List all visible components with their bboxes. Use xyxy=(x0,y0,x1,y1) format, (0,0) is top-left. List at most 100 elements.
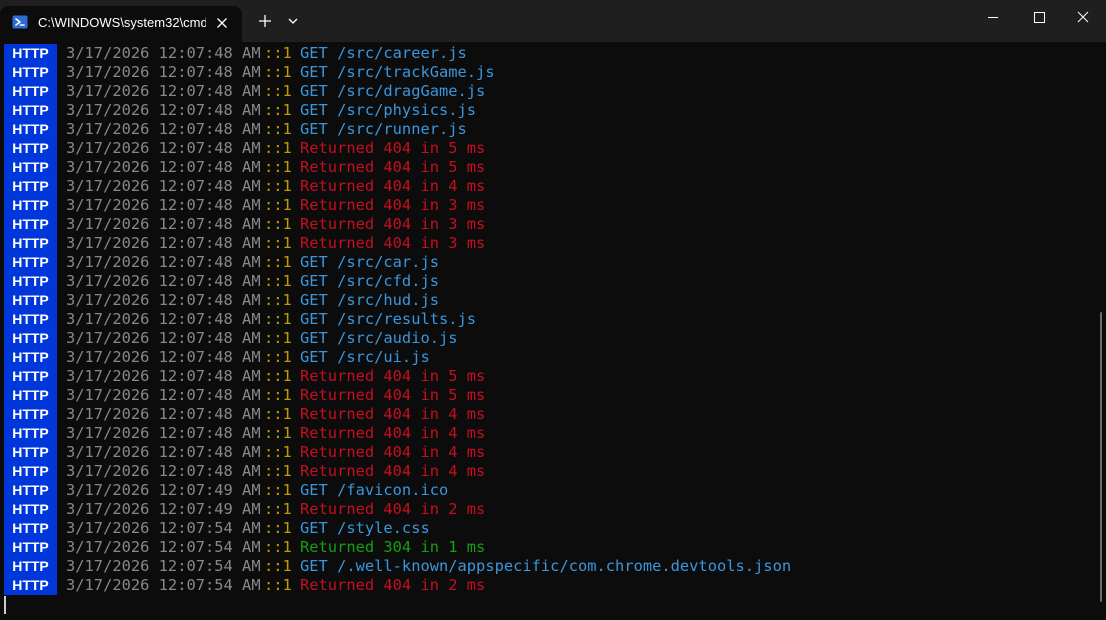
log-timestamp: 3/17/2026 12:07:48 AM xyxy=(66,386,261,404)
log-address: ::1 xyxy=(264,348,292,366)
log-line: HTTP 3/17/2026 12:07:48 AM::1 Returned 404… xyxy=(0,215,1098,234)
log-address: ::1 xyxy=(264,291,292,309)
log-address: ::1 xyxy=(264,82,292,100)
http-badge: HTTP xyxy=(4,576,57,595)
log-timestamp: 3/17/2026 12:07:48 AM xyxy=(66,367,261,385)
log-message: Returned 404 in 2 ms xyxy=(300,500,486,518)
http-badge: HTTP xyxy=(4,215,57,234)
log-line: HTTP 3/17/2026 12:07:48 AM::1 Returned 404… xyxy=(0,177,1098,196)
minimize-button[interactable] xyxy=(970,0,1016,34)
log-message: GET /src/career.js xyxy=(300,44,467,62)
close-icon xyxy=(1060,0,1106,34)
log-line: HTTP 3/17/2026 12:07:48 AM::1 Returned 404… xyxy=(0,443,1098,462)
tab-close-button[interactable] xyxy=(212,13,232,33)
log-timestamp: 3/17/2026 12:07:48 AM xyxy=(66,44,261,62)
log-line: HTTP 3/17/2026 12:07:49 AM::1 GET /favicon… xyxy=(0,481,1098,500)
http-badge: HTTP xyxy=(4,139,57,158)
log-message: Returned 304 in 1 ms xyxy=(300,538,486,556)
log-address: ::1 xyxy=(264,443,292,461)
log-timestamp: 3/17/2026 12:07:48 AM xyxy=(66,272,261,290)
http-badge: HTTP xyxy=(4,557,57,576)
plus-icon xyxy=(250,6,280,36)
log-message: GET /src/cfd.js xyxy=(300,272,439,290)
log-message: GET /src/physics.js xyxy=(300,101,477,119)
log-address: ::1 xyxy=(264,63,292,81)
log-message: Returned 404 in 4 ms xyxy=(300,424,486,442)
log-address: ::1 xyxy=(264,462,292,480)
new-tab-button[interactable] xyxy=(250,6,280,36)
log-line: HTTP 3/17/2026 12:07:48 AM::1 Returned 404… xyxy=(0,367,1098,386)
log-timestamp: 3/17/2026 12:07:48 AM xyxy=(66,329,261,347)
log-timestamp: 3/17/2026 12:07:48 AM xyxy=(66,158,261,176)
log-line: HTTP 3/17/2026 12:07:48 AM::1 GET /src/car… xyxy=(0,44,1098,63)
tab-dropdown-button[interactable] xyxy=(280,6,306,36)
log-address: ::1 xyxy=(264,177,292,195)
http-badge: HTTP xyxy=(4,272,57,291)
http-badge: HTTP xyxy=(4,424,57,443)
log-timestamp: 3/17/2026 12:07:49 AM xyxy=(66,481,261,499)
log-address: ::1 xyxy=(264,519,292,537)
log-timestamp: 3/17/2026 12:07:54 AM xyxy=(66,576,261,594)
log-line: HTTP 3/17/2026 12:07:48 AM::1 Returned 404… xyxy=(0,158,1098,177)
log-line: HTTP 3/17/2026 12:07:49 AM::1 Returned 404… xyxy=(0,500,1098,519)
log-address: ::1 xyxy=(264,424,292,442)
tab-title: C:\WINDOWS\system32\cmd. xyxy=(38,15,206,30)
terminal-output[interactable]: HTTP 3/17/2026 12:07:48 AM::1 GET /src/car… xyxy=(0,44,1098,620)
log-address: ::1 xyxy=(264,234,292,252)
http-badge: HTTP xyxy=(4,101,57,120)
log-line: HTTP 3/17/2026 12:07:48 AM::1 GET /src/ui.… xyxy=(0,348,1098,367)
log-line: HTTP 3/17/2026 12:07:48 AM::1 Returned 404… xyxy=(0,234,1098,253)
log-line: HTTP 3/17/2026 12:07:54 AM::1 GET /style.c… xyxy=(0,519,1098,538)
log-timestamp: 3/17/2026 12:07:48 AM xyxy=(66,405,261,423)
log-line: HTTP 3/17/2026 12:07:48 AM::1 GET /src/res… xyxy=(0,310,1098,329)
log-line: HTTP 3/17/2026 12:07:48 AM::1 Returned 404… xyxy=(0,462,1098,481)
log-line: HTTP 3/17/2026 12:07:48 AM::1 GET /src/tra… xyxy=(0,63,1098,82)
log-address: ::1 xyxy=(264,44,292,62)
log-timestamp: 3/17/2026 12:07:48 AM xyxy=(66,310,261,328)
log-message: GET /src/audio.js xyxy=(300,329,458,347)
log-message: GET /src/ui.js xyxy=(300,348,430,366)
scrollbar-thumb[interactable] xyxy=(1100,312,1102,602)
http-badge: HTTP xyxy=(4,177,57,196)
log-timestamp: 3/17/2026 12:07:48 AM xyxy=(66,253,261,271)
log-timestamp: 3/17/2026 12:07:48 AM xyxy=(66,63,261,81)
log-timestamp: 3/17/2026 12:07:48 AM xyxy=(66,101,261,119)
log-line: HTTP 3/17/2026 12:07:48 AM::1 Returned 404… xyxy=(0,405,1098,424)
log-line: HTTP 3/17/2026 12:07:48 AM::1 Returned 404… xyxy=(0,139,1098,158)
log-message: Returned 404 in 5 ms xyxy=(300,386,486,404)
log-timestamp: 3/17/2026 12:07:48 AM xyxy=(66,348,261,366)
http-badge: HTTP xyxy=(4,82,57,101)
maximize-button[interactable] xyxy=(1016,0,1062,34)
log-line: HTTP 3/17/2026 12:07:54 AM::1 GET /.well-k… xyxy=(0,557,1098,576)
http-badge: HTTP xyxy=(4,481,57,500)
http-badge: HTTP xyxy=(4,538,57,557)
http-badge: HTTP xyxy=(4,462,57,481)
log-line: HTTP 3/17/2026 12:07:48 AM::1 GET /src/car… xyxy=(0,253,1098,272)
http-badge: HTTP xyxy=(4,329,57,348)
title-bar[interactable]: C:\WINDOWS\system32\cmd. xyxy=(0,0,1106,42)
tab-cmd[interactable]: C:\WINDOWS\system32\cmd. xyxy=(0,6,242,42)
log-message: GET /src/results.js xyxy=(300,310,477,328)
http-badge: HTTP xyxy=(4,44,57,63)
log-timestamp: 3/17/2026 12:07:48 AM xyxy=(66,120,261,138)
log-address: ::1 xyxy=(264,557,292,575)
log-address: ::1 xyxy=(264,405,292,423)
log-message: Returned 404 in 4 ms xyxy=(300,462,486,480)
minimize-icon xyxy=(970,0,1016,34)
log-timestamp: 3/17/2026 12:07:48 AM xyxy=(66,443,261,461)
log-address: ::1 xyxy=(264,500,292,518)
log-message: GET /.well-known/appspecific/com.chrome.… xyxy=(300,557,792,575)
log-message: Returned 404 in 2 ms xyxy=(300,576,486,594)
log-message: GET /src/dragGame.js xyxy=(300,82,486,100)
http-badge: HTTP xyxy=(4,63,57,82)
log-line: HTTP 3/17/2026 12:07:48 AM::1 GET /src/run… xyxy=(0,120,1098,139)
powershell-terminal-icon xyxy=(12,14,28,30)
log-address: ::1 xyxy=(264,139,292,157)
close-window-button[interactable] xyxy=(1060,0,1106,34)
http-badge: HTTP xyxy=(4,367,57,386)
http-badge: HTTP xyxy=(4,405,57,424)
log-message: Returned 404 in 4 ms xyxy=(300,443,486,461)
log-address: ::1 xyxy=(264,120,292,138)
log-timestamp: 3/17/2026 12:07:48 AM xyxy=(66,291,261,309)
close-icon xyxy=(212,13,232,33)
